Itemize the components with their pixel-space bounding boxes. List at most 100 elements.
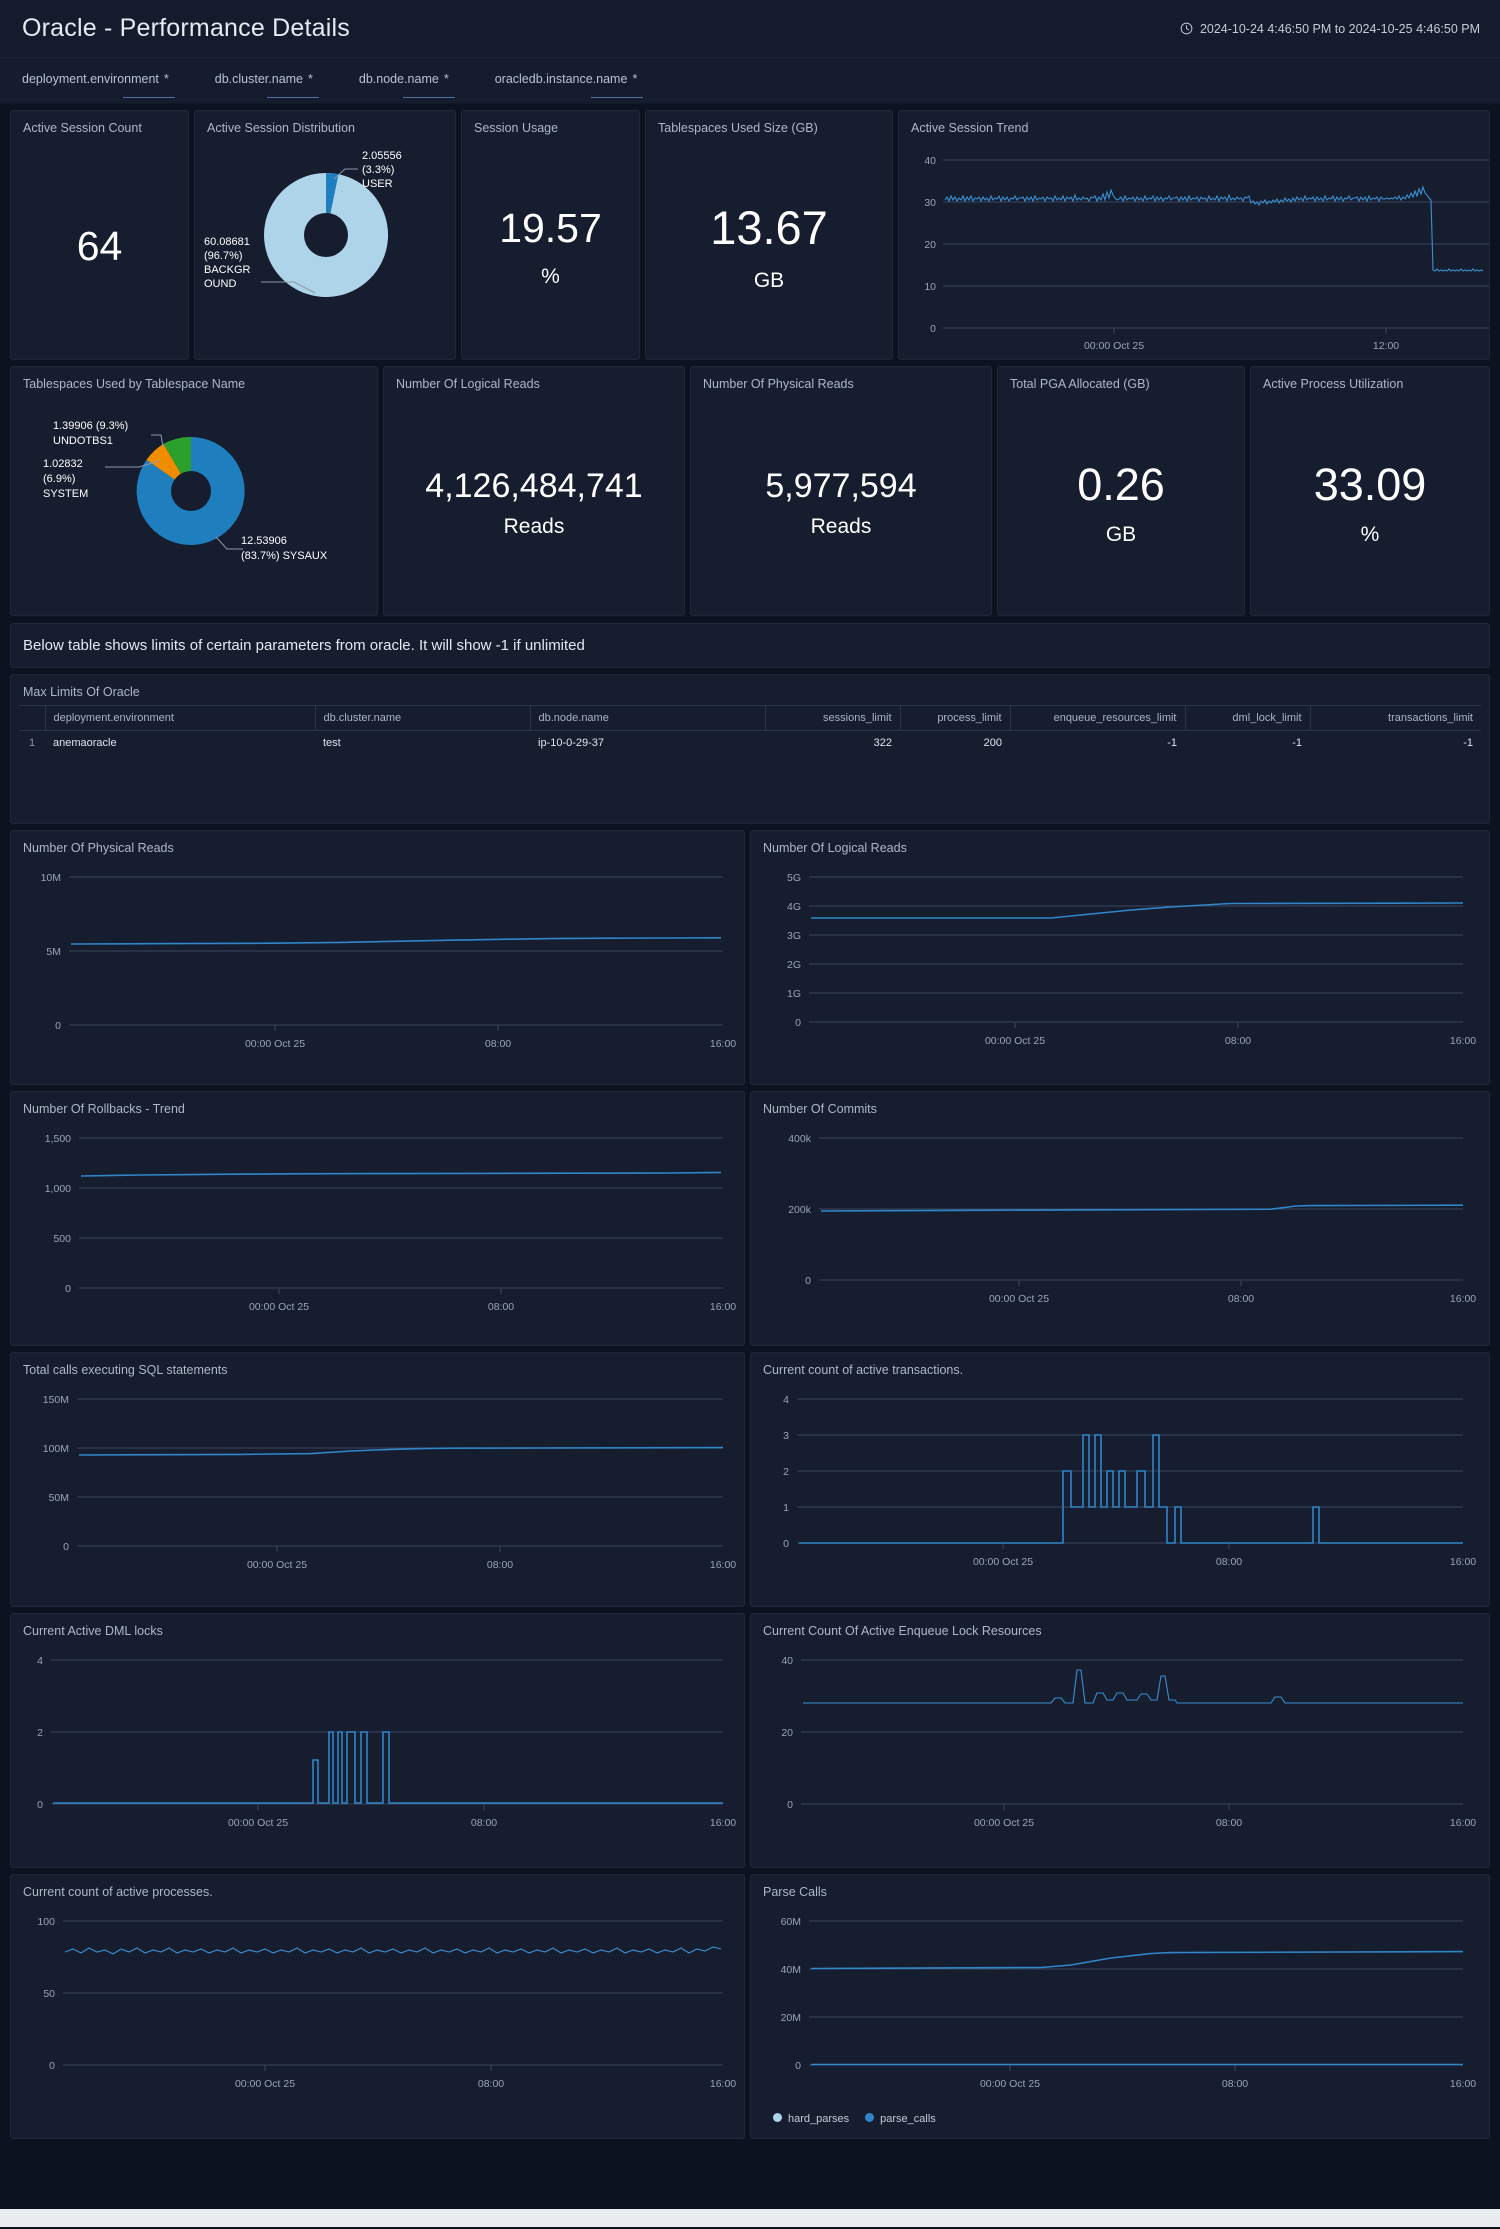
ytick: 5G	[787, 872, 801, 884]
table-header-deployment-environment[interactable]: deployment.environment	[44, 705, 315, 731]
required-mark: *	[163, 72, 169, 86]
ytick: 0	[795, 1017, 801, 1029]
dml-locks-chart[interactable]: 4 2 0 00:00 Oct 25 08:00 16:00	[11, 1638, 745, 1863]
ytick: 50M	[49, 1492, 69, 1504]
panel-chart-active-processes: Current count of active processes. 100 5…	[10, 1874, 745, 2139]
pie-label-undotbs1-name: UNDOTBS1	[53, 435, 113, 447]
filter-oracledb-instance-name[interactable]: oracledb.instance.name *	[494, 72, 643, 98]
xtick: 16:00	[1450, 1293, 1476, 1305]
panel-chart-parse-calls: Parse Calls 60M 40M 20M 0 00:00 Oct 25 0…	[750, 1874, 1490, 2139]
ytick: 150M	[43, 1394, 69, 1406]
legend-item-hard-parses[interactable]: hard_parses	[773, 2113, 849, 2125]
active-processes-chart[interactable]: 100 50 0 00:00 Oct 25 08:00 16:00	[11, 1899, 745, 2134]
series-logical-reads	[811, 902, 1464, 919]
table-header-db-node-name[interactable]: db.node.name	[529, 705, 765, 731]
series-rollbacks	[80, 1171, 722, 1177]
cell-dml-lock-limit: -1	[1292, 737, 1302, 749]
physical-reads-chart[interactable]: 10M 5M 0 00:00 Oct 25 08:00 16:00	[11, 855, 745, 1080]
filter-db-node-name[interactable]: db.node.name *	[358, 72, 455, 98]
filter-deployment-environment[interactable]: deployment.environment *	[22, 72, 175, 98]
xtick: 16:00	[710, 1038, 736, 1050]
xtick: 08:00	[1228, 1293, 1254, 1305]
series-active-processes	[64, 1946, 722, 1955]
panel-title: Current Count Of Active Enqueue Lock Res…	[763, 1624, 1042, 1638]
panel-max-limits-of-oracle: Max Limits Of Oracle deployment.environm…	[10, 674, 1490, 824]
panel-title: Current count of active processes.	[23, 1885, 213, 1899]
xtick: 16:00	[710, 2078, 736, 2090]
parse-calls-legend: hard_parses parse_calls	[751, 2111, 1489, 2125]
xtick: 12:00	[1373, 340, 1399, 352]
xtick: 08:00	[1216, 1817, 1242, 1829]
donut-label-background-name-2: OUND	[204, 278, 236, 290]
panel-title: Max Limits Of Oracle	[23, 685, 140, 699]
active-session-distribution-donut[interactable]: 2.05556 (3.3%) USER 60.08681 (96.7%) BAC…	[195, 135, 456, 357]
table-header-dml-lock-limit[interactable]: dml_lock_limit	[1184, 705, 1310, 731]
panel-tablespaces-used-size: Tablespaces Used Size (GB) 13.67 GB	[645, 110, 893, 360]
time-range-picker[interactable]: 2024-10-24 4:46:50 PM to 2024-10-25 4:46…	[1180, 22, 1480, 36]
ytick: 0	[55, 1020, 61, 1032]
ytick: 4G	[787, 901, 801, 913]
xtick: 00:00 Oct 25	[974, 1817, 1034, 1829]
metric-body: 4,126,484,741 Reads	[384, 391, 684, 615]
rollbacks-chart[interactable]: 1,500 1,000 500 0 00:00 Oct 25 08:00 16:…	[11, 1116, 745, 1341]
panel-chart-dml-locks: Current Active DML locks 4 2 0 00:00 Oct…	[10, 1613, 745, 1868]
legend-item-parse-calls[interactable]: parse_calls	[865, 2113, 936, 2125]
ytick: 0	[65, 1283, 71, 1295]
metric-unit: Reads	[810, 514, 872, 538]
metric-unit: %	[541, 265, 560, 289]
table-wrap: deployment.environment db.cluster.name d…	[11, 699, 1489, 823]
metric-unit: GB	[753, 268, 785, 292]
panel-title: Tablespaces Used Size (GB)	[658, 121, 818, 135]
table-header-process-limit[interactable]: process_limit	[899, 705, 1010, 731]
xtick: 08:00	[1216, 1556, 1242, 1568]
table-header-db-cluster-name[interactable]: db.cluster.name	[314, 705, 530, 731]
pie-label-system-value: 1.02832	[43, 458, 83, 470]
filter-db-cluster-name[interactable]: db.cluster.name *	[214, 72, 320, 98]
parse-calls-chart[interactable]: 60M 40M 20M 0 00:00 Oct 25 08:00 16:00	[751, 1899, 1486, 2111]
table-header-sessions-limit[interactable]: sessions_limit	[764, 705, 900, 731]
ytick: 400k	[788, 1133, 812, 1145]
metric-unit: %	[1360, 523, 1380, 547]
metric-value: 33.09	[1313, 458, 1427, 510]
time-range-label: 2024-10-24 4:46:50 PM to 2024-10-25 4:46…	[1199, 21, 1480, 36]
cell-process-limit: 200	[983, 737, 1002, 749]
enqueue-lock-resources-chart[interactable]: 40 20 0 00:00 Oct 25 08:00 16:00	[751, 1638, 1486, 1863]
legend-swatch-parse-calls	[865, 2113, 875, 2122]
table-header-enqueue-resources-limit[interactable]: enqueue_resources_limit	[1009, 705, 1185, 731]
commits-chart[interactable]: 400k 200k 0 00:00 Oct 25 08:00 16:00	[751, 1116, 1486, 1341]
panel-chart-commits: Number Of Commits 400k 200k 0 00:00 Oct …	[750, 1091, 1490, 1346]
filter-label: oracledb.instance.name	[494, 72, 628, 86]
chart-row-sqlcalls-transactions: Total calls executing SQL statements 150…	[0, 1352, 1500, 1607]
ytick: 1,500	[45, 1133, 71, 1145]
filter-label: db.node.name	[358, 72, 439, 86]
panel-active-session-count: Active Session Count 64	[10, 110, 189, 360]
xtick: 16:00	[1450, 2078, 1476, 2090]
series-active-transactions	[799, 1434, 1463, 1544]
table-header-transactions-limit[interactable]: transactions_limit	[1309, 705, 1481, 731]
panel-tablespaces-by-name: Tablespaces Used by Tablespace Name 1.39…	[10, 366, 378, 616]
donut-label-user-percent: (3.3%)	[362, 164, 394, 176]
ytick: 20	[781, 1727, 793, 1739]
active-session-trend-chart[interactable]: 40 30 20 10 0 00:00 Oct 25 12:00	[899, 135, 1490, 353]
panel-title: Active Session Trend	[911, 121, 1029, 135]
table-row[interactable]: 1 anemaoracle test ip-10-0-29-37 322 200…	[19, 731, 1481, 756]
filter-label: db.cluster.name	[214, 72, 304, 86]
logical-reads-chart[interactable]: 5G 4G 3G 2G 1G 0 00:00 Oct 25 08:00 16:0…	[751, 855, 1486, 1080]
panel-title: Number Of Logical Reads	[763, 841, 907, 855]
xtick: 16:00	[710, 1817, 736, 1829]
sql-calls-chart[interactable]: 150M 100M 50M 0 00:00 Oct 25 08:00 16:00	[11, 1377, 745, 1602]
legend-swatch-hard-parses	[773, 2113, 782, 2122]
tablespaces-by-name-donut[interactable]: 1.39906 (9.3%) UNDOTBS1 1.02832 (6.9%) S…	[11, 391, 378, 613]
panel-title: Number Of Commits	[763, 1102, 877, 1116]
active-transactions-chart[interactable]: 4 3 2 1 0 00:00 Oct 25 08:00 16:00	[751, 1377, 1486, 1602]
xtick: 00:00 Oct 25	[985, 1035, 1045, 1047]
ytick: 4	[783, 1394, 789, 1406]
xtick: 00:00 Oct 25	[228, 1817, 288, 1829]
pie-label-sysaux-value: 12.53906	[241, 535, 287, 547]
xtick: 00:00 Oct 25	[1084, 340, 1144, 352]
metric-value: 4,126,484,741	[425, 467, 643, 506]
series-enqueue-lock-resources	[803, 1669, 1463, 1704]
table-header-index	[19, 705, 45, 731]
panel-title: Number Of Rollbacks - Trend	[23, 1102, 185, 1116]
ytick: 50	[43, 1988, 55, 2000]
